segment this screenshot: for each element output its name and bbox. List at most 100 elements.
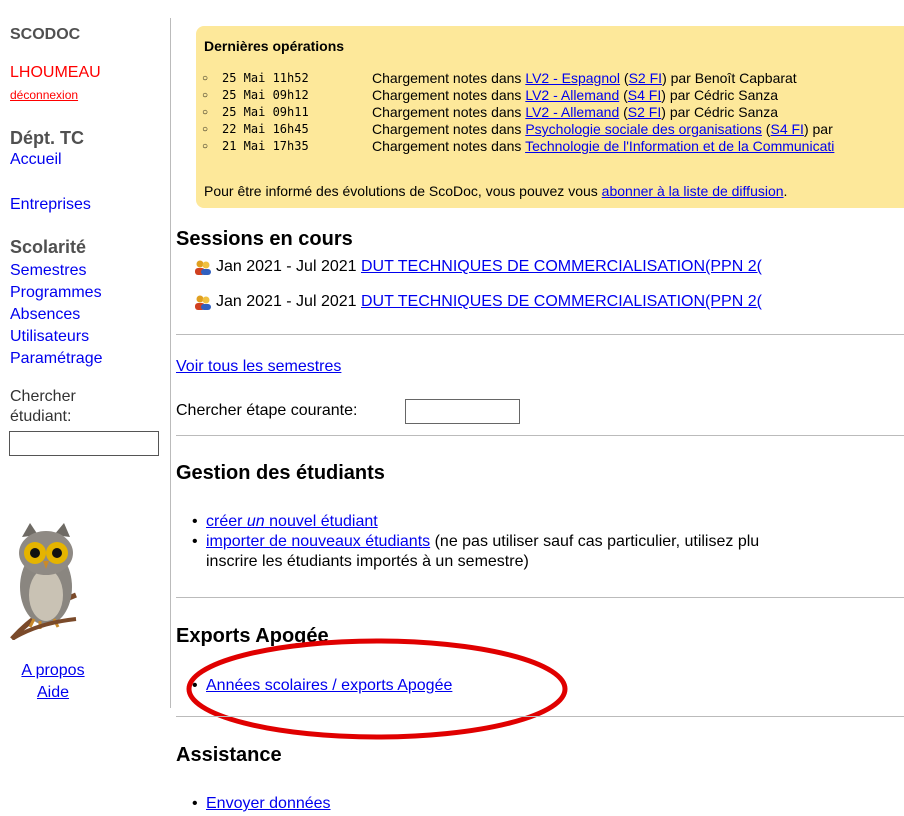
operation-date: 22 Mai 16h45 [222, 122, 309, 136]
operation-item: ○ 25 Mai 11h52 Chargement notes dans LV2… [202, 70, 834, 87]
sidebar: SCODOC LHOUMEAU déconnexion Dépt. TC Acc… [0, 0, 170, 816]
bullet-circle-icon: ○ [202, 90, 209, 101]
search-student-label: Chercher étudiant: [10, 388, 76, 425]
operation-date: 25 Mai 09h12 [222, 88, 309, 102]
operation-prefix: Chargement notes dans [372, 121, 526, 137]
dept-title: Dépt. TC [10, 128, 84, 148]
module-link[interactable]: LV2 - Allemand [525, 87, 619, 103]
operation-text: Chargement notes dans LV2 - Espagnol (S2… [372, 70, 797, 87]
student-management-list: • créer un nouvel étudiant • importer de… [192, 512, 760, 572]
paren: ( [619, 87, 628, 103]
create-text-2: nouvel étudiant [264, 513, 378, 530]
operation-date: 25 Mai 11h52 [222, 71, 309, 85]
module-link[interactable]: LV2 - Espagnol [525, 70, 620, 86]
list-item: • importer de nouveaux étudiants (ne pas… [192, 532, 760, 552]
session-item: Jan 2021 - Jul 2021 DUT TECHNIQUES DE CO… [194, 258, 762, 276]
paren: ( [619, 104, 628, 120]
help-link[interactable]: Aide [18, 682, 88, 704]
owl-logo-icon [10, 523, 77, 640]
import-students-link[interactable]: importer de nouveaux étudiants [206, 533, 430, 550]
assistance-list: • Envoyer données [192, 794, 331, 814]
create-student-link[interactable]: créer un nouvel étudiant [206, 513, 378, 530]
operation-suffix: ) par Benoît Capbarat [662, 70, 797, 86]
operation-prefix: Chargement notes dans [372, 87, 526, 103]
operation-suffix: ) par [803, 121, 833, 137]
bullet-icon: • [192, 795, 198, 812]
scolarite-heading: Scolarité [10, 237, 87, 257]
group-users-icon [195, 295, 211, 310]
list-item-continuation: inscrire les étudiants importés à un sem… [206, 552, 759, 572]
operation-text: Chargement notes dans Psychologie social… [372, 121, 833, 138]
operation-date: 21 Mai 17h35 [222, 139, 309, 153]
operation-text: Chargement notes dans LV2 - Allemand (S4… [372, 87, 778, 104]
import-note-line2: inscrire les étudiants importés à un sem… [206, 553, 529, 570]
newsletter-note: Pour être informé des évolutions de ScoD… [204, 183, 787, 199]
annotation-highlight-ellipse [186, 638, 568, 740]
operation-prefix: Chargement notes dans [372, 70, 526, 86]
sessions-heading: Sessions en cours [176, 228, 353, 250]
list-item: • créer un nouvel étudiant [192, 512, 759, 532]
accueil-link[interactable]: Accueil [10, 149, 62, 171]
session-link[interactable]: DUT TECHNIQUES DE COMMERCIALISATION(PPN … [361, 258, 762, 276]
section-divider [176, 435, 904, 436]
create-text: créer [206, 513, 247, 530]
session-link[interactable]: DUT TECHNIQUES DE COMMERCIALISATION(PPN … [361, 293, 762, 311]
create-em: un [246, 513, 265, 530]
section-divider [176, 597, 904, 598]
section-divider [176, 334, 904, 335]
sidebar-item-programmes[interactable]: Programmes [10, 282, 102, 304]
recent-operations-title: Dernières opérations [204, 38, 345, 54]
sidebar-item-semestres[interactable]: Semestres [10, 260, 86, 282]
module-link[interactable]: Technologie de l'Information et de la Co… [525, 138, 834, 154]
operation-item: ○ 25 Mai 09h12 Chargement notes dans LV2… [202, 87, 834, 104]
session-period: Jan 2021 - Jul 2021 [216, 293, 357, 310]
recent-operations-list: ○ 25 Mai 11h52 Chargement notes dans LV2… [202, 70, 834, 155]
operation-date: 25 Mai 09h11 [222, 105, 309, 119]
module-link[interactable]: LV2 - Allemand [525, 104, 619, 120]
session-period: Jan 2021 - Jul 2021 [216, 258, 357, 275]
semester-link[interactable]: S4 FI [628, 87, 661, 103]
search-step-label: Chercher étape courante: [176, 402, 358, 419]
operation-text: Chargement notes dans LV2 - Allemand (S2… [372, 104, 778, 121]
paren: ( [620, 70, 629, 86]
import-note: (ne pas utiliser sauf cas particulier, u… [430, 533, 760, 550]
group-users-icon [195, 260, 211, 275]
all-semesters-link[interactable]: Voir tous les semestres [176, 358, 341, 376]
module-link[interactable]: Psychologie sociale des organisations [525, 121, 762, 137]
newsletter-note-end: . [783, 183, 788, 199]
student-management-heading: Gestion des étudiants [176, 462, 385, 484]
assistance-heading: Assistance [176, 744, 282, 766]
operation-suffix: ) par Cédric Sanza [661, 104, 778, 120]
semester-link[interactable]: S2 FI [629, 70, 662, 86]
bullet-circle-icon: ○ [202, 124, 209, 135]
search-step-input[interactable] [405, 399, 520, 424]
newsletter-note-text: Pour être informé des évolutions de ScoD… [204, 183, 602, 199]
bullet-circle-icon: ○ [202, 73, 209, 84]
semester-link[interactable]: S4 FI [770, 121, 803, 137]
operation-suffix: ) par Cédric Sanza [661, 87, 778, 103]
section-divider [176, 716, 904, 717]
app-title: SCODOC [10, 26, 81, 43]
entreprises-link[interactable]: Entreprises [10, 194, 91, 216]
bullet-icon: • [192, 513, 198, 530]
user-name[interactable]: LHOUMEAU [10, 64, 101, 82]
sidebar-divider [170, 18, 171, 708]
about-link[interactable]: A propos [18, 660, 88, 682]
newsletter-link[interactable]: abonner à la liste de diffusion [602, 183, 784, 199]
operation-item: ○ 25 Mai 09h11 Chargement notes dans LV2… [202, 104, 834, 121]
sidebar-item-absences[interactable]: Absences [10, 304, 80, 326]
bullet-icon: • [192, 533, 198, 550]
operation-text: Chargement notes dans Technologie de l'I… [372, 138, 834, 155]
sidebar-item-parametrage[interactable]: Paramétrage [10, 348, 103, 370]
list-item: • Envoyer données [192, 794, 331, 814]
operation-prefix: Chargement notes dans [372, 104, 526, 120]
operation-item: ○ 22 Mai 16h45 Chargement notes dans Psy… [202, 121, 834, 138]
sidebar-item-utilisateurs[interactable]: Utilisateurs [10, 326, 89, 348]
operation-prefix: Chargement notes dans [372, 138, 526, 154]
operation-item: ○ 21 Mai 17h35 Chargement notes dans Tec… [202, 138, 834, 155]
semester-link[interactable]: S2 FI [628, 104, 661, 120]
session-item: Jan 2021 - Jul 2021 DUT TECHNIQUES DE CO… [194, 293, 762, 311]
search-student-input[interactable] [9, 431, 159, 456]
send-data-link[interactable]: Envoyer données [206, 795, 331, 812]
logout-link[interactable]: déconnexion [10, 88, 78, 102]
